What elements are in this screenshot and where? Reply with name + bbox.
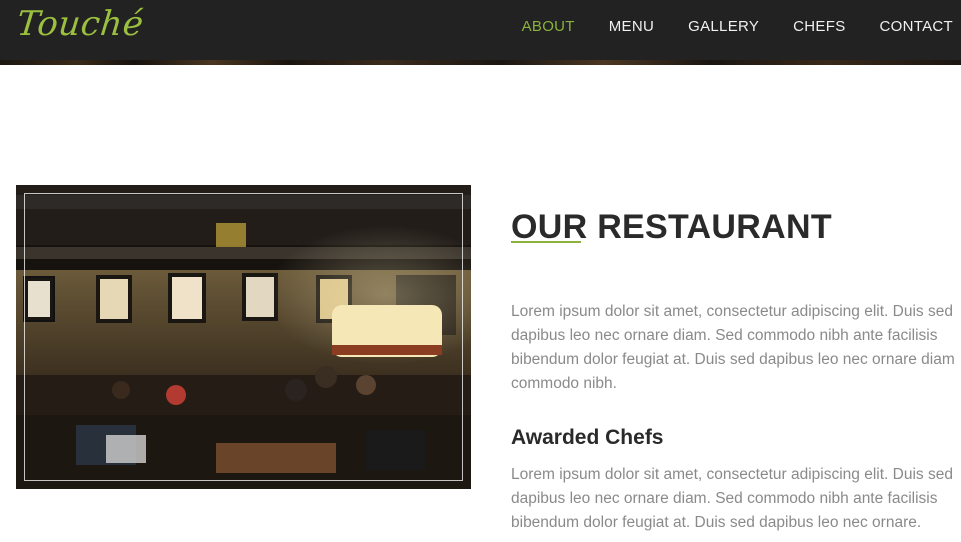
restaurant-photo	[16, 185, 471, 489]
chefs-subheading: Awarded Chefs	[511, 426, 664, 450]
hero-image-strip	[0, 60, 961, 65]
nav-link-about[interactable]: ABOUT	[522, 18, 575, 35]
nav-link-menu[interactable]: MENU	[609, 18, 654, 35]
brand-logo[interactable]: Touché	[15, 4, 146, 44]
nav-link-chefs[interactable]: CHEFS	[793, 18, 845, 35]
chefs-paragraph: Lorem ipsum dolor sit amet, consectetur …	[511, 465, 953, 531]
restaurant-photo-illustration	[16, 185, 471, 489]
navbar: Touché ABOUT MENU GALLERY CHEFS CONTACT	[0, 0, 961, 60]
title-divider	[511, 241, 581, 243]
nav-links: ABOUT MENU GALLERY CHEFS CONTACT	[488, 0, 953, 52]
nav-link-gallery[interactable]: GALLERY	[688, 18, 759, 35]
nav-link-contact[interactable]: CONTACT	[880, 18, 953, 35]
intro-paragraph: Lorem ipsum dolor sit amet, consectetur …	[511, 302, 955, 392]
